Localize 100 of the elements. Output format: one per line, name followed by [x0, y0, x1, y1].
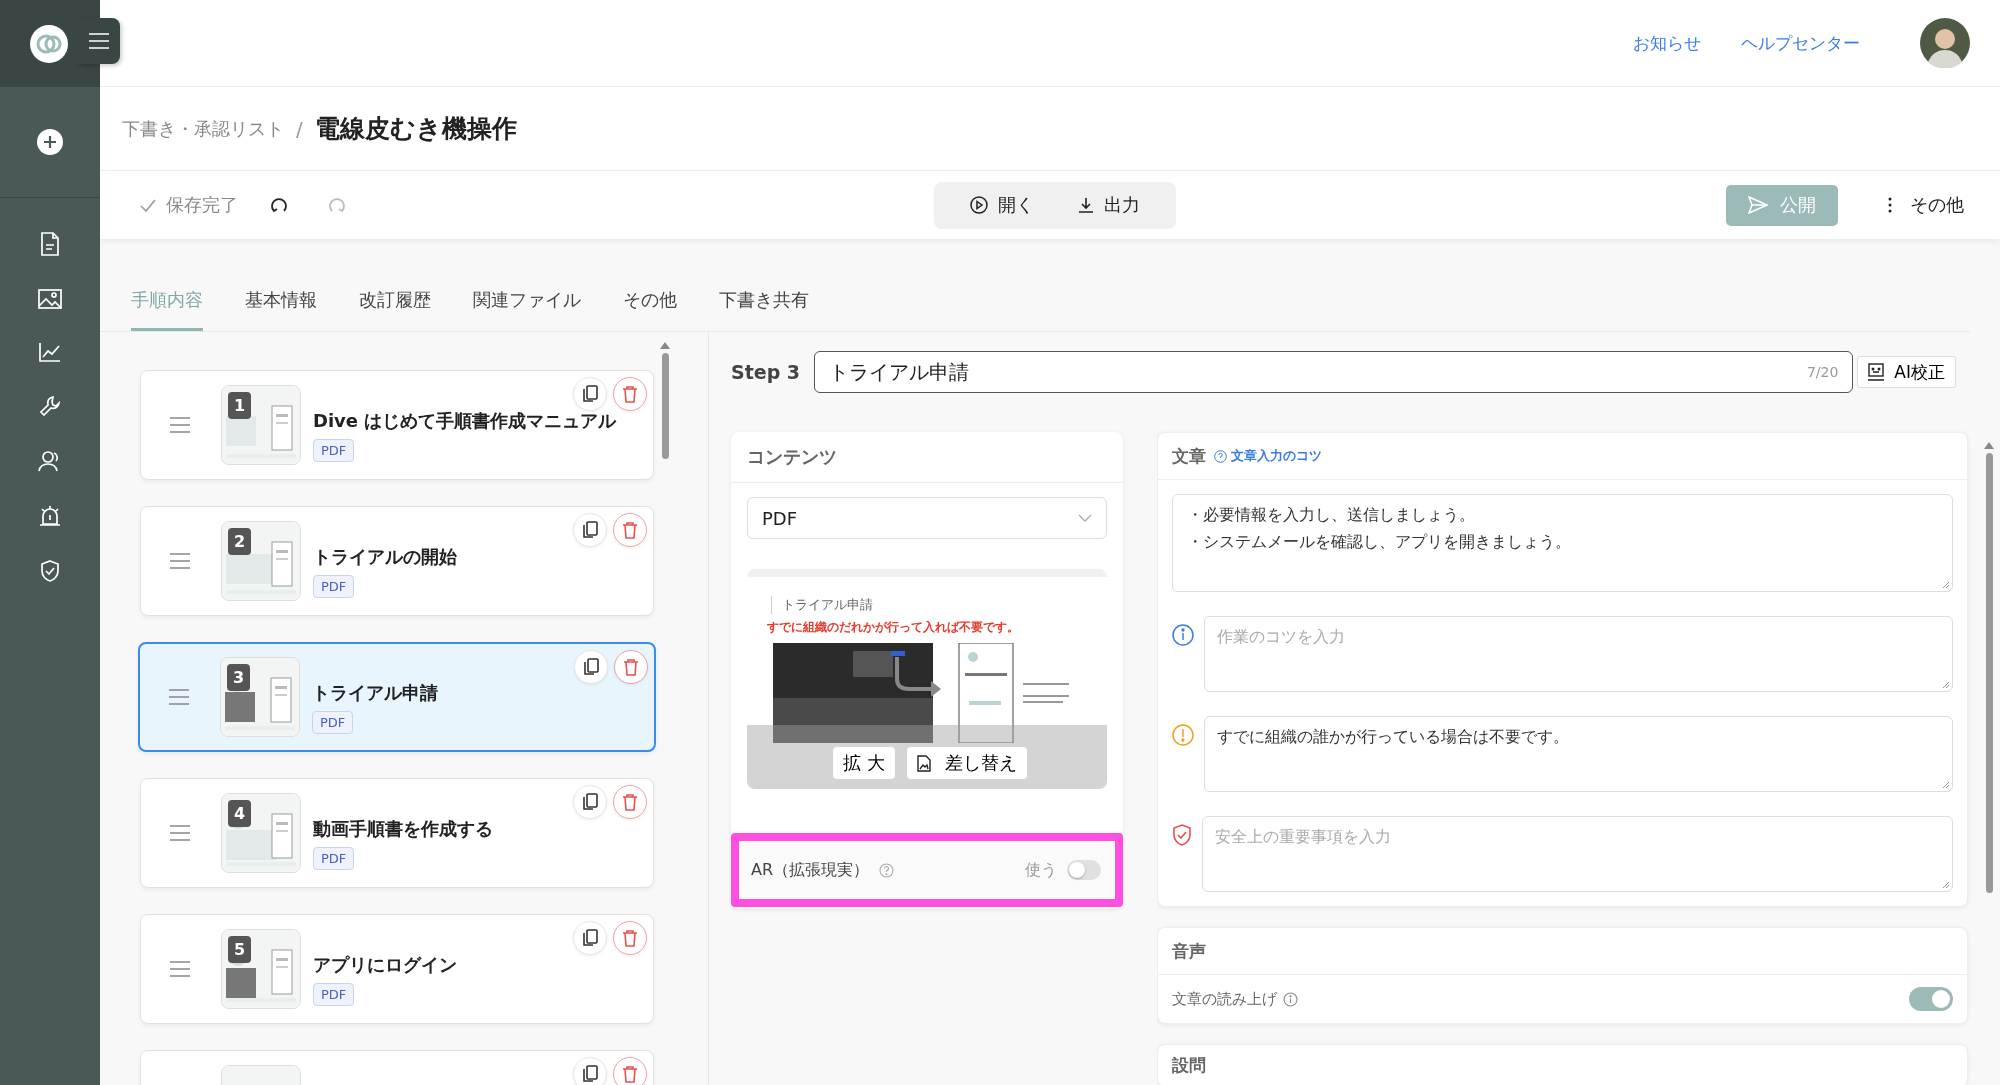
page-title: 電線皮むき機操作 — [314, 113, 517, 145]
scrollbar-thumb[interactable] — [661, 353, 669, 459]
caution-field[interactable]: すでに組織の誰かが行っている場合は不要です。 — [1204, 716, 1953, 792]
step-card[interactable]: 4 動画手順書を作成する PDF — [140, 778, 654, 888]
copy-icon — [582, 521, 598, 539]
help-icon — [1214, 449, 1227, 463]
avatar[interactable] — [1920, 18, 1970, 68]
wrench-icon[interactable] — [39, 395, 61, 417]
save-status: 保存完了 — [166, 193, 238, 217]
resize-grip-icon[interactable] — [1942, 881, 1950, 889]
warning-icon — [1172, 724, 1194, 746]
add-icon[interactable] — [37, 129, 63, 155]
step-title: アプリにログイン — [313, 952, 457, 977]
replace-button[interactable]: 差し替え — [906, 747, 1027, 779]
info-icon[interactable] — [1283, 991, 1298, 1007]
copy-icon — [582, 929, 598, 947]
resize-grip-icon[interactable] — [1942, 581, 1950, 589]
delete-button[interactable] — [613, 513, 647, 547]
drag-handle-icon[interactable] — [169, 553, 191, 569]
section-heading: コンテンツ — [731, 432, 1123, 483]
character-counter: 7/20 — [1806, 364, 1839, 380]
drag-handle-icon[interactable] — [168, 689, 190, 705]
copy-button[interactable] — [574, 650, 608, 684]
undo-icon[interactable] — [270, 196, 288, 214]
ar-toggle[interactable] — [1067, 860, 1101, 880]
tab[interactable]: 下書き共有 — [719, 288, 809, 331]
copy-icon — [582, 793, 598, 811]
menu-icon — [88, 32, 110, 50]
file-type-tag: PDF — [313, 846, 355, 870]
copy-button[interactable] — [573, 513, 607, 547]
header-link[interactable]: お知らせ — [1633, 31, 1701, 55]
help-icon[interactable] — [879, 862, 895, 878]
image-icon[interactable] — [38, 289, 62, 309]
step-title: トライアルの開始 — [313, 544, 457, 569]
delete-button[interactable] — [613, 377, 647, 411]
trash-icon — [622, 929, 638, 947]
logo-icon[interactable] — [30, 24, 68, 63]
step-card[interactable]: 3 トライアル申請 PDF — [138, 642, 656, 752]
ar-label: AR（拡張現実） — [751, 859, 870, 881]
tips-link[interactable]: 文章入力のコツ — [1214, 447, 1322, 465]
open-button[interactable]: 開く — [948, 193, 1056, 217]
file-type-tag: PDF — [313, 982, 355, 1006]
scroll-up-icon[interactable] — [660, 342, 670, 349]
resize-grip-icon[interactable] — [1942, 781, 1950, 789]
toggle-label: 使う — [1025, 859, 1057, 881]
alarm-icon[interactable] — [39, 505, 61, 527]
step-title: トライアル申請 — [312, 680, 438, 705]
delete-button[interactable] — [613, 921, 647, 955]
delete-button[interactable] — [613, 785, 647, 819]
redo-icon[interactable] — [328, 196, 346, 214]
breadcrumb-link[interactable]: 下書き・承認リスト — [122, 116, 284, 141]
tab[interactable]: その他 — [623, 288, 677, 331]
drag-handle-icon[interactable] — [169, 417, 191, 433]
content-type-dropdown[interactable]: PDF — [747, 497, 1107, 539]
drag-handle-icon[interactable] — [169, 961, 191, 977]
shield-icon[interactable] — [40, 560, 60, 582]
delete-button[interactable] — [613, 1057, 647, 1085]
file-type-tag: PDF — [313, 438, 355, 462]
step-number: 3 — [227, 664, 250, 691]
export-button[interactable]: 出力 — [1056, 193, 1162, 217]
send-icon — [1748, 196, 1768, 214]
chevron-down-icon — [1078, 514, 1092, 522]
copy-button[interactable] — [573, 1057, 607, 1085]
header-link[interactable]: ヘルプセンター — [1741, 31, 1860, 55]
document-icon[interactable] — [40, 232, 60, 256]
ai-proofread-button[interactable]: AI校正 — [1857, 356, 1956, 388]
tab[interactable]: 基本情報 — [245, 288, 317, 331]
tab[interactable]: 関連ファイル — [473, 288, 581, 331]
step-title: 動画手順書を作成する — [313, 816, 493, 841]
section-heading: 文章 — [1172, 444, 1206, 468]
step-card[interactable]: 1 Dive はじめて手順書作成マニュアル PDF — [140, 370, 654, 480]
read-aloud-toggle[interactable] — [1909, 987, 1953, 1011]
trash-icon — [622, 793, 638, 811]
copy-icon — [583, 658, 599, 676]
step-card[interactable]: 5 アプリにログイン PDF — [140, 914, 654, 1024]
copy-button[interactable] — [573, 377, 607, 411]
delete-button[interactable] — [614, 650, 648, 684]
file-type-tag: PDF — [313, 574, 355, 598]
step-card[interactable]: 2 トライアルの開始 PDF — [140, 506, 654, 616]
more-button[interactable]: その他 — [1882, 192, 1970, 218]
copy-icon — [582, 1065, 598, 1083]
resize-grip-icon[interactable] — [1942, 681, 1950, 689]
file-type-tag: PDF — [312, 710, 354, 734]
zoom-button[interactable]: 拡 大 — [833, 747, 895, 779]
copy-button[interactable] — [573, 785, 607, 819]
info-icon — [1172, 624, 1194, 646]
drag-handle-icon[interactable] — [169, 825, 191, 841]
scrollbar-thumb[interactable] — [1985, 453, 1993, 893]
step-number: 1 — [228, 392, 251, 419]
step-title-field[interactable]: トライアル申請 7/20 — [814, 351, 1854, 393]
copy-button[interactable] — [573, 921, 607, 955]
play-icon — [970, 196, 988, 214]
step-title: Dive はじめて手順書作成マニュアル — [313, 408, 617, 433]
scroll-up-icon[interactable] — [1984, 442, 1994, 449]
text-field[interactable]: ・必要情報を入力し、送信しましょう。 ・システムメールを確認し、アプリを開きましょう。 — [1172, 494, 1953, 592]
preview-note: すでに組織のだれかが行って入れば不要です。 — [767, 619, 1019, 636]
tab[interactable]: 改訂履歴 — [359, 288, 431, 331]
file-icon — [916, 754, 931, 772]
chart-icon[interactable] — [39, 342, 61, 362]
section-heading: 音声 — [1172, 939, 1206, 963]
